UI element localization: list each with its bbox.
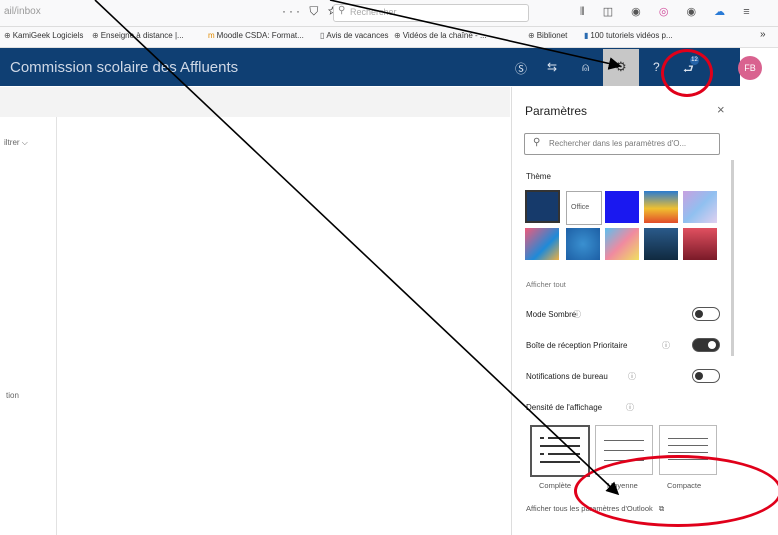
- arrow-to-settings-link: [94, 0, 620, 496]
- arrow-to-gear: [329, 0, 622, 70]
- annotation-arrows: [94, 0, 622, 496]
